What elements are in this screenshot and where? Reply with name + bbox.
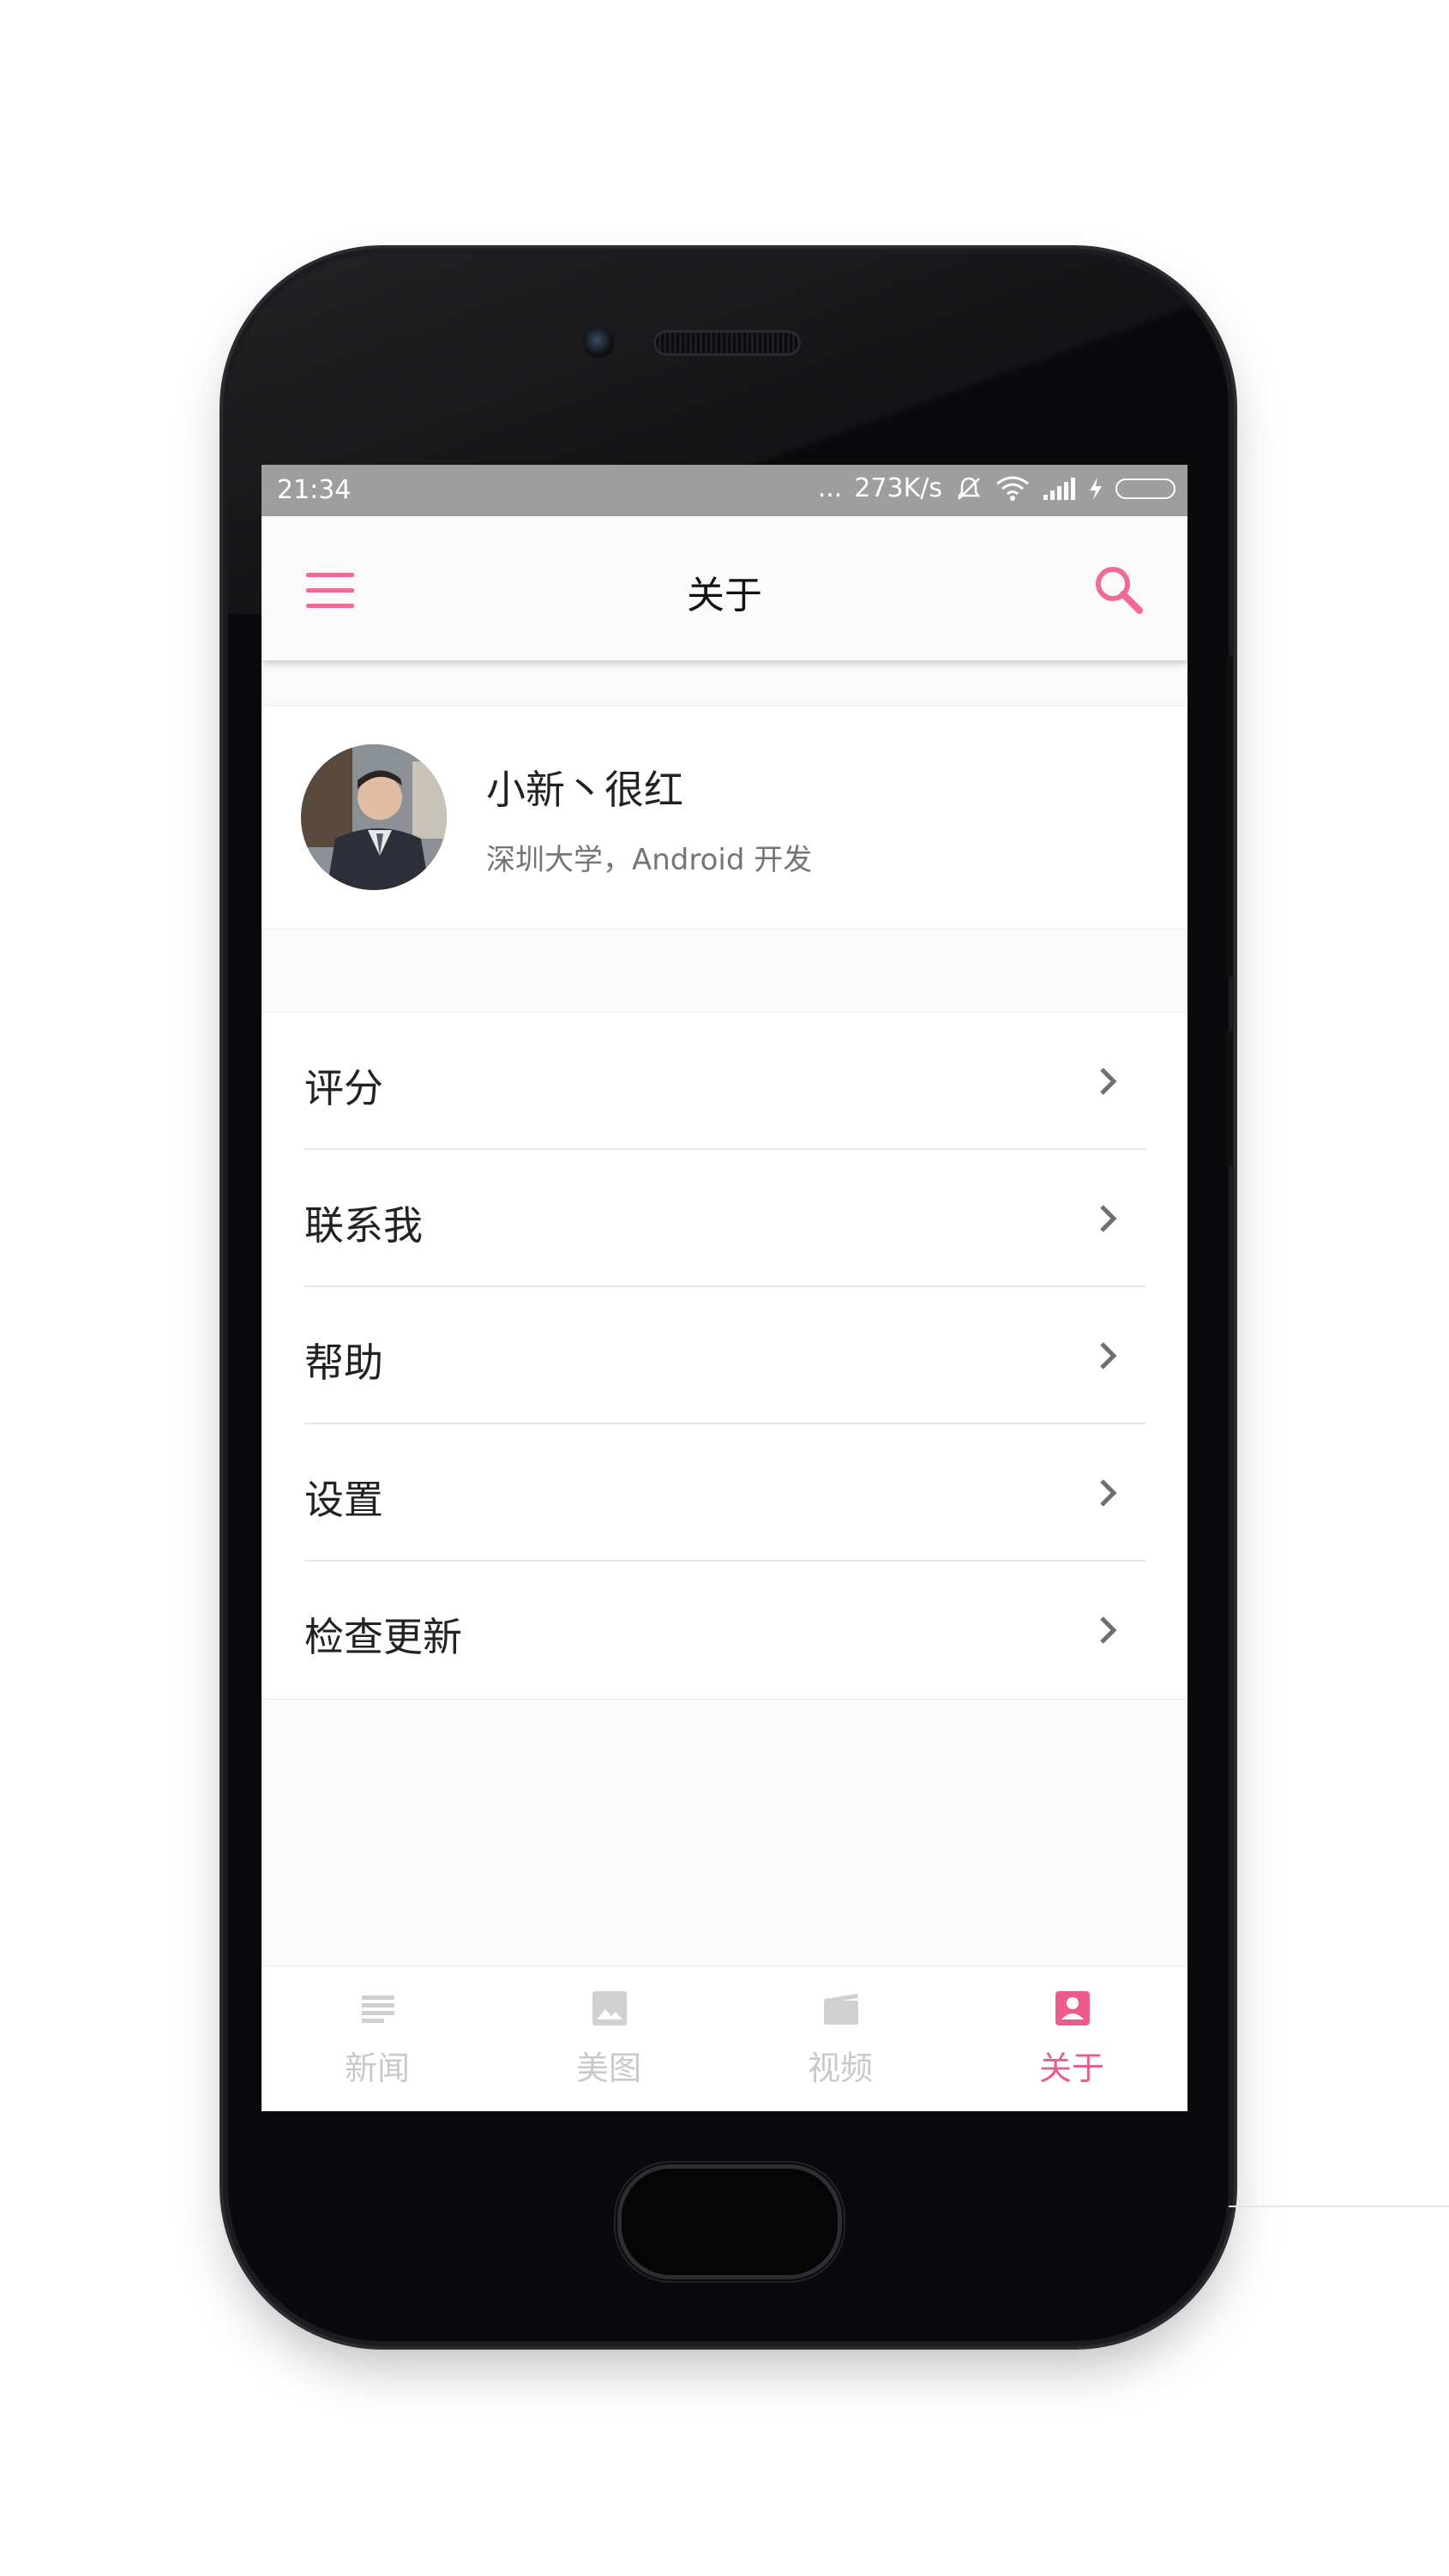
- menu-item-label: 联系我: [304, 1202, 423, 1249]
- charging-icon: [1090, 477, 1102, 500]
- profile-description: 深圳大学，Android 开发: [486, 843, 813, 877]
- status-more-dots: ...: [817, 473, 843, 503]
- mute-icon: [957, 477, 981, 500]
- news-icon: [362, 1995, 394, 2023]
- avatar[interactable]: [301, 744, 447, 890]
- menu-item-label: 设置: [304, 1477, 383, 1523]
- nav-tab-news[interactable]: 新闻: [262, 1966, 493, 2111]
- image-icon: [592, 1991, 627, 2025]
- page-title: 关于: [687, 574, 762, 617]
- app-screen: 21:34 ... 273K/s 关于 小新丶很红 深圳大学，Android 开…: [262, 465, 1187, 2111]
- nav-tab-video[interactable]: 视频: [724, 1966, 956, 2111]
- nav-label: 关于: [1038, 2049, 1104, 2087]
- menu-item-settings[interactable]: 设置: [262, 1424, 1187, 1562]
- nav-label: 视频: [807, 2049, 873, 2087]
- nav-tab-about[interactable]: 关于: [956, 1966, 1187, 2111]
- profile-icon: [1055, 1991, 1090, 2025]
- settings-list: 评分 联系我 帮助 设置 检查更新: [262, 1012, 1187, 1700]
- earpiece-speaker: [653, 330, 801, 356]
- bottom-navigation: 新闻 美图 视频 关于: [262, 1965, 1187, 2111]
- app-toolbar: 关于: [262, 516, 1187, 660]
- menu-item-label: 检查更新: [304, 1614, 462, 1660]
- chevron-right-icon: [1100, 1342, 1117, 1369]
- chevron-right-icon: [1100, 1068, 1117, 1095]
- wifi-icon: [996, 476, 1029, 501]
- chevron-right-icon: [1100, 1616, 1117, 1644]
- side-button-power: [1226, 656, 1233, 978]
- status-icons: ... 273K/s: [818, 473, 1175, 503]
- menu-item-label: 评分: [304, 1065, 383, 1111]
- profile-card[interactable]: 小新丶很红 深圳大学，Android 开发: [262, 705, 1187, 930]
- side-button-volume: [1226, 1029, 1233, 1166]
- nav-tab-images[interactable]: 美图: [493, 1966, 724, 2111]
- home-button[interactable]: [617, 2164, 842, 2279]
- network-speed: 273K/s: [854, 473, 942, 503]
- avatar-image: [301, 744, 447, 890]
- menu-item-check-update[interactable]: 检查更新: [262, 1562, 1187, 1699]
- chevron-right-icon: [1100, 1479, 1117, 1507]
- search-icon[interactable]: [1091, 563, 1146, 617]
- nav-label: 美图: [575, 2049, 641, 2087]
- background-line: [1229, 2206, 1449, 2207]
- menu-item-contact[interactable]: 联系我: [262, 1150, 1187, 1287]
- nav-label: 新闻: [344, 2049, 410, 2087]
- signal-icon: [1043, 477, 1075, 500]
- chevron-right-icon: [1100, 1205, 1117, 1232]
- menu-item-help[interactable]: 帮助: [262, 1287, 1187, 1424]
- status-time: 21:34: [277, 475, 352, 505]
- video-icon: [824, 1990, 858, 2025]
- menu-item-rate[interactable]: 评分: [262, 1013, 1187, 1150]
- battery-icon: [1115, 478, 1175, 499]
- menu-item-label: 帮助: [304, 1339, 383, 1386]
- front-camera: [583, 328, 614, 358]
- profile-name: 小新丶很红: [486, 767, 683, 813]
- status-bar: 21:34 ... 273K/s: [262, 465, 1187, 516]
